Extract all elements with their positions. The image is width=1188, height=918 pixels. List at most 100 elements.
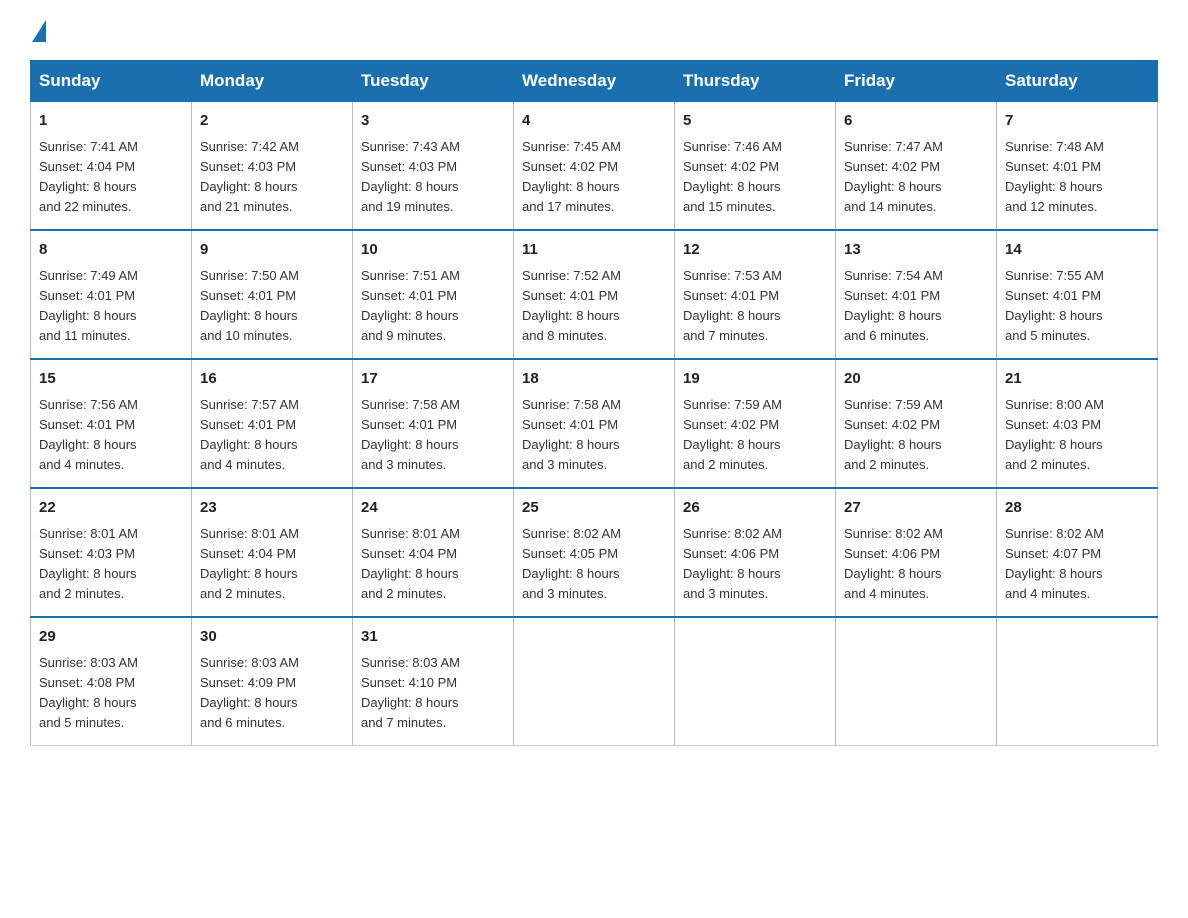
day-info: Sunrise: 7:41 AMSunset: 4:04 PMDaylight:… (39, 139, 138, 214)
col-header-thursday: Thursday (675, 61, 836, 102)
day-number: 8 (39, 239, 183, 262)
day-number: 27 (844, 497, 988, 520)
calendar-cell: 16 Sunrise: 7:57 AMSunset: 4:01 PMDaylig… (192, 359, 353, 488)
day-info: Sunrise: 7:51 AMSunset: 4:01 PMDaylight:… (361, 268, 460, 343)
calendar-cell (997, 617, 1158, 746)
day-info: Sunrise: 7:56 AMSunset: 4:01 PMDaylight:… (39, 397, 138, 472)
calendar-cell: 22 Sunrise: 8:01 AMSunset: 4:03 PMDaylig… (31, 488, 192, 617)
col-header-wednesday: Wednesday (514, 61, 675, 102)
day-number: 2 (200, 110, 344, 133)
calendar-cell: 6 Sunrise: 7:47 AMSunset: 4:02 PMDayligh… (836, 102, 997, 231)
day-number: 6 (844, 110, 988, 133)
day-number: 16 (200, 368, 344, 391)
day-number: 17 (361, 368, 505, 391)
calendar-cell: 5 Sunrise: 7:46 AMSunset: 4:02 PMDayligh… (675, 102, 836, 231)
calendar-cell: 15 Sunrise: 7:56 AMSunset: 4:01 PMDaylig… (31, 359, 192, 488)
day-number: 9 (200, 239, 344, 262)
calendar-cell: 13 Sunrise: 7:54 AMSunset: 4:01 PMDaylig… (836, 230, 997, 359)
calendar-cell (675, 617, 836, 746)
calendar-cell: 17 Sunrise: 7:58 AMSunset: 4:01 PMDaylig… (353, 359, 514, 488)
day-info: Sunrise: 7:46 AMSunset: 4:02 PMDaylight:… (683, 139, 782, 214)
day-number: 20 (844, 368, 988, 391)
day-info: Sunrise: 7:59 AMSunset: 4:02 PMDaylight:… (683, 397, 782, 472)
day-number: 19 (683, 368, 827, 391)
day-number: 5 (683, 110, 827, 133)
day-info: Sunrise: 8:02 AMSunset: 4:06 PMDaylight:… (683, 526, 782, 601)
day-info: Sunrise: 7:59 AMSunset: 4:02 PMDaylight:… (844, 397, 943, 472)
day-number: 1 (39, 110, 183, 133)
day-number: 3 (361, 110, 505, 133)
day-number: 11 (522, 239, 666, 262)
calendar-cell: 4 Sunrise: 7:45 AMSunset: 4:02 PMDayligh… (514, 102, 675, 231)
day-info: Sunrise: 7:49 AMSunset: 4:01 PMDaylight:… (39, 268, 138, 343)
day-info: Sunrise: 8:02 AMSunset: 4:05 PMDaylight:… (522, 526, 621, 601)
day-number: 15 (39, 368, 183, 391)
day-info: Sunrise: 7:58 AMSunset: 4:01 PMDaylight:… (522, 397, 621, 472)
day-info: Sunrise: 8:00 AMSunset: 4:03 PMDaylight:… (1005, 397, 1104, 472)
col-header-sunday: Sunday (31, 61, 192, 102)
day-info: Sunrise: 7:43 AMSunset: 4:03 PMDaylight:… (361, 139, 460, 214)
day-number: 31 (361, 626, 505, 649)
day-number: 29 (39, 626, 183, 649)
day-info: Sunrise: 7:42 AMSunset: 4:03 PMDaylight:… (200, 139, 299, 214)
day-info: Sunrise: 8:02 AMSunset: 4:06 PMDaylight:… (844, 526, 943, 601)
calendar-cell: 23 Sunrise: 8:01 AMSunset: 4:04 PMDaylig… (192, 488, 353, 617)
calendar-cell: 20 Sunrise: 7:59 AMSunset: 4:02 PMDaylig… (836, 359, 997, 488)
col-header-saturday: Saturday (997, 61, 1158, 102)
day-number: 18 (522, 368, 666, 391)
calendar-cell: 21 Sunrise: 8:00 AMSunset: 4:03 PMDaylig… (997, 359, 1158, 488)
day-info: Sunrise: 7:48 AMSunset: 4:01 PMDaylight:… (1005, 139, 1104, 214)
day-number: 13 (844, 239, 988, 262)
calendar-cell: 19 Sunrise: 7:59 AMSunset: 4:02 PMDaylig… (675, 359, 836, 488)
calendar-cell: 8 Sunrise: 7:49 AMSunset: 4:01 PMDayligh… (31, 230, 192, 359)
day-info: Sunrise: 7:58 AMSunset: 4:01 PMDaylight:… (361, 397, 460, 472)
calendar-table: SundayMondayTuesdayWednesdayThursdayFrid… (30, 60, 1158, 746)
day-info: Sunrise: 7:45 AMSunset: 4:02 PMDaylight:… (522, 139, 621, 214)
day-info: Sunrise: 8:02 AMSunset: 4:07 PMDaylight:… (1005, 526, 1104, 601)
calendar-cell: 7 Sunrise: 7:48 AMSunset: 4:01 PMDayligh… (997, 102, 1158, 231)
calendar-cell: 18 Sunrise: 7:58 AMSunset: 4:01 PMDaylig… (514, 359, 675, 488)
calendar-cell: 12 Sunrise: 7:53 AMSunset: 4:01 PMDaylig… (675, 230, 836, 359)
logo (30, 20, 48, 42)
day-number: 22 (39, 497, 183, 520)
day-info: Sunrise: 8:01 AMSunset: 4:04 PMDaylight:… (361, 526, 460, 601)
day-number: 4 (522, 110, 666, 133)
calendar-cell: 3 Sunrise: 7:43 AMSunset: 4:03 PMDayligh… (353, 102, 514, 231)
day-info: Sunrise: 7:50 AMSunset: 4:01 PMDaylight:… (200, 268, 299, 343)
day-info: Sunrise: 8:01 AMSunset: 4:04 PMDaylight:… (200, 526, 299, 601)
calendar-cell: 30 Sunrise: 8:03 AMSunset: 4:09 PMDaylig… (192, 617, 353, 746)
col-header-tuesday: Tuesday (353, 61, 514, 102)
calendar-cell: 11 Sunrise: 7:52 AMSunset: 4:01 PMDaylig… (514, 230, 675, 359)
day-info: Sunrise: 8:01 AMSunset: 4:03 PMDaylight:… (39, 526, 138, 601)
calendar-cell: 28 Sunrise: 8:02 AMSunset: 4:07 PMDaylig… (997, 488, 1158, 617)
day-info: Sunrise: 7:53 AMSunset: 4:01 PMDaylight:… (683, 268, 782, 343)
logo-triangle-icon (32, 20, 46, 42)
day-info: Sunrise: 7:52 AMSunset: 4:01 PMDaylight:… (522, 268, 621, 343)
calendar-cell: 25 Sunrise: 8:02 AMSunset: 4:05 PMDaylig… (514, 488, 675, 617)
calendar-cell: 10 Sunrise: 7:51 AMSunset: 4:01 PMDaylig… (353, 230, 514, 359)
day-number: 21 (1005, 368, 1149, 391)
day-number: 26 (683, 497, 827, 520)
day-number: 14 (1005, 239, 1149, 262)
day-info: Sunrise: 7:47 AMSunset: 4:02 PMDaylight:… (844, 139, 943, 214)
day-info: Sunrise: 8:03 AMSunset: 4:09 PMDaylight:… (200, 655, 299, 730)
day-info: Sunrise: 8:03 AMSunset: 4:10 PMDaylight:… (361, 655, 460, 730)
day-number: 24 (361, 497, 505, 520)
calendar-cell: 14 Sunrise: 7:55 AMSunset: 4:01 PMDaylig… (997, 230, 1158, 359)
day-number: 7 (1005, 110, 1149, 133)
calendar-cell: 9 Sunrise: 7:50 AMSunset: 4:01 PMDayligh… (192, 230, 353, 359)
calendar-cell: 2 Sunrise: 7:42 AMSunset: 4:03 PMDayligh… (192, 102, 353, 231)
day-number: 30 (200, 626, 344, 649)
day-number: 23 (200, 497, 344, 520)
day-number: 25 (522, 497, 666, 520)
calendar-cell: 1 Sunrise: 7:41 AMSunset: 4:04 PMDayligh… (31, 102, 192, 231)
calendar-cell: 29 Sunrise: 8:03 AMSunset: 4:08 PMDaylig… (31, 617, 192, 746)
calendar-cell: 31 Sunrise: 8:03 AMSunset: 4:10 PMDaylig… (353, 617, 514, 746)
col-header-monday: Monday (192, 61, 353, 102)
calendar-cell: 26 Sunrise: 8:02 AMSunset: 4:06 PMDaylig… (675, 488, 836, 617)
day-info: Sunrise: 7:57 AMSunset: 4:01 PMDaylight:… (200, 397, 299, 472)
day-number: 28 (1005, 497, 1149, 520)
calendar-cell (514, 617, 675, 746)
day-info: Sunrise: 8:03 AMSunset: 4:08 PMDaylight:… (39, 655, 138, 730)
col-header-friday: Friday (836, 61, 997, 102)
